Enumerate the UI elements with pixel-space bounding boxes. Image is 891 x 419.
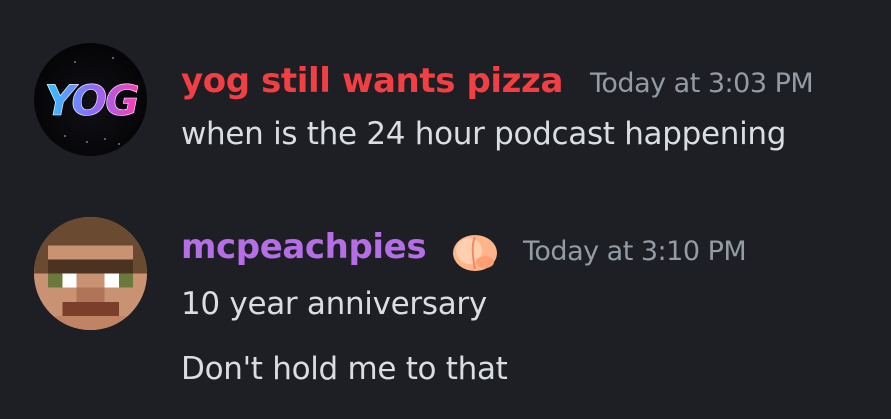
avatar-star-decoration bbox=[74, 61, 76, 63]
avatar-star-decoration bbox=[64, 135, 66, 137]
chat-messages: YOG yog still wants pizza Today at 3:03 … bbox=[0, 0, 891, 419]
message-text: Don't hold me to that bbox=[181, 351, 508, 387]
pixel-face-icon bbox=[34, 217, 147, 330]
yog-logo-icon: YOG bbox=[44, 76, 140, 126]
avatar-star-decoration bbox=[112, 57, 114, 59]
message-timestamp[interactable]: Today at 3:03 PM bbox=[590, 68, 814, 99]
message-timestamp[interactable]: Today at 3:10 PM bbox=[523, 236, 747, 267]
message-text: when is the 24 hour podcast happening bbox=[181, 116, 787, 152]
message-author[interactable]: yog still wants pizza bbox=[181, 61, 563, 101]
yog-logo-text: YOG bbox=[44, 76, 138, 125]
peach-emoji-icon bbox=[453, 235, 497, 271]
message-text: 10 year anniversary bbox=[181, 286, 487, 322]
avatar[interactable] bbox=[34, 217, 147, 330]
message-author[interactable]: mcpeachpies bbox=[181, 227, 427, 267]
avatar[interactable]: YOG bbox=[34, 43, 147, 156]
avatar-star-decoration bbox=[86, 141, 88, 143]
avatar-star-decoration bbox=[118, 143, 120, 145]
avatar-star-decoration bbox=[104, 138, 106, 140]
